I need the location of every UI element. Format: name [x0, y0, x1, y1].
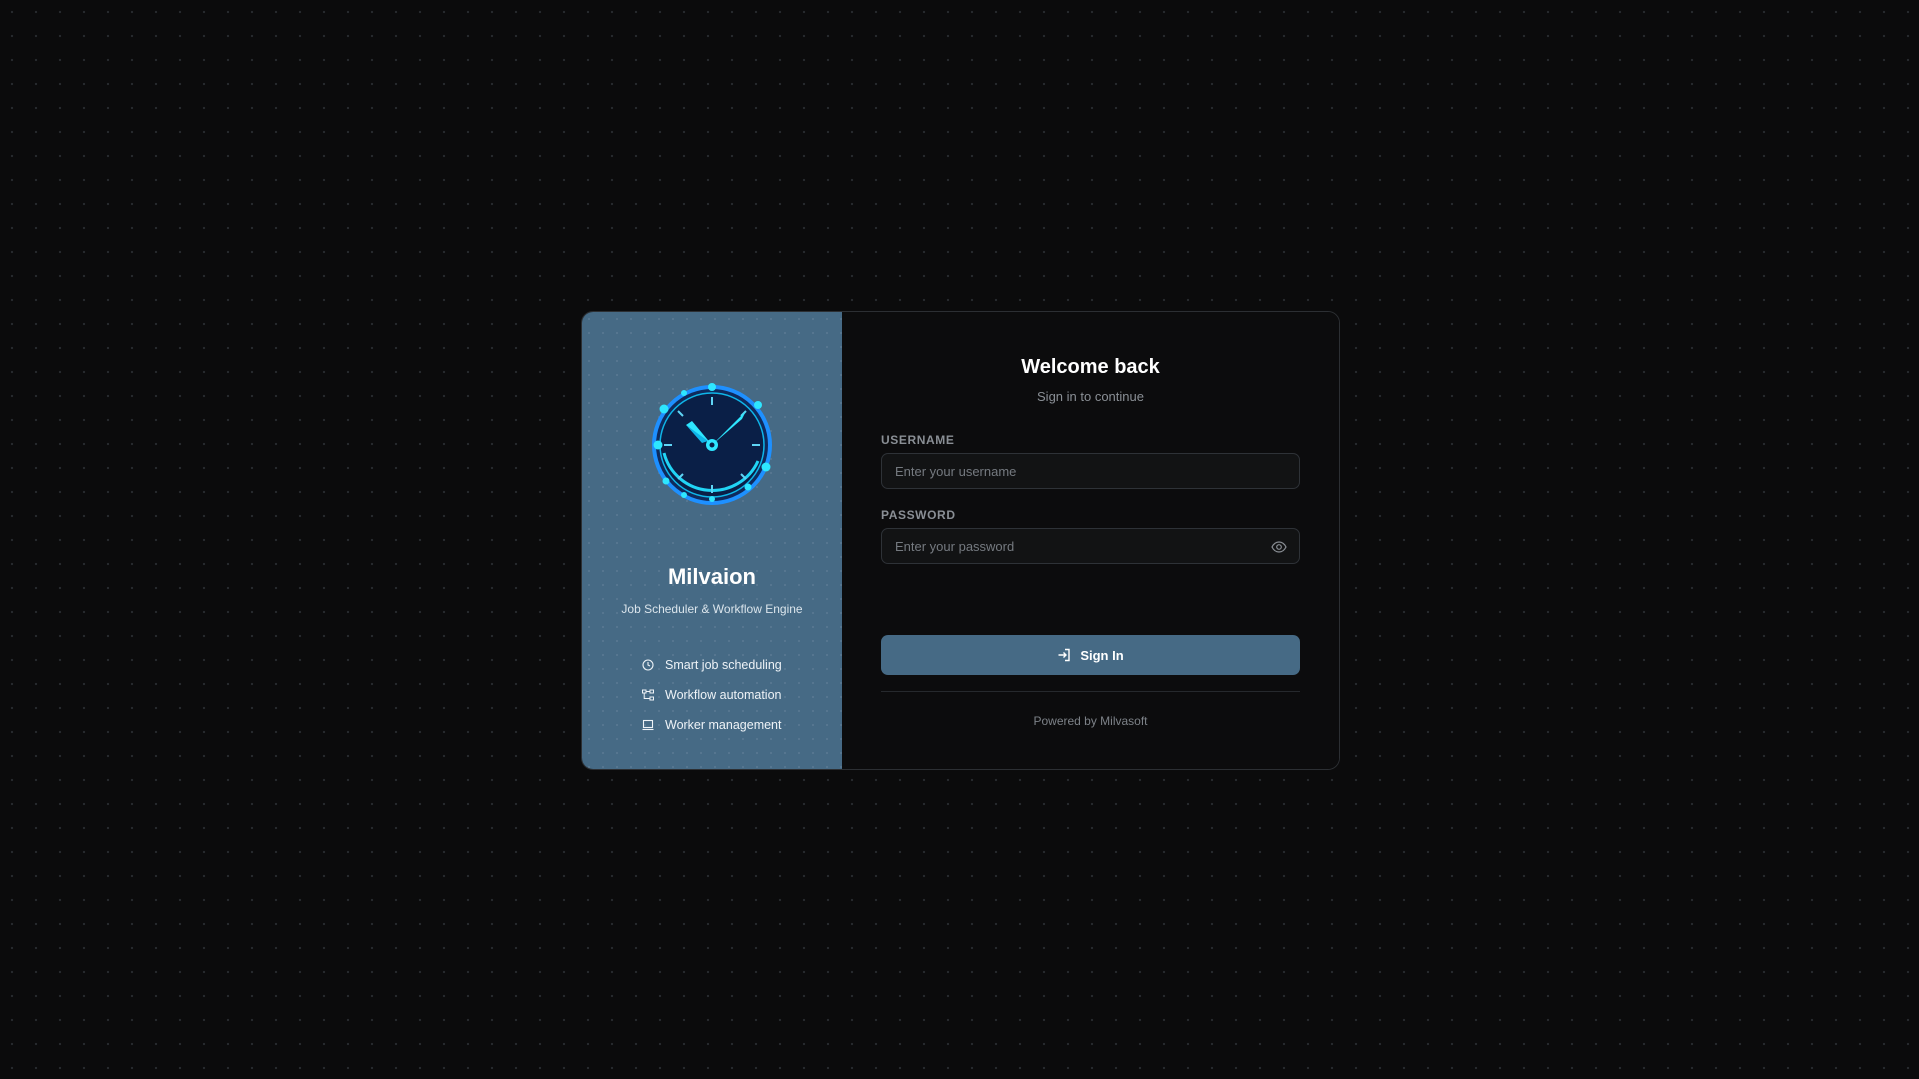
brand-tagline: Job Scheduler & Workflow Engine [621, 602, 803, 616]
divider [881, 691, 1300, 692]
feature-label: Workflow automation [665, 688, 782, 702]
feature-label: Smart job scheduling [665, 658, 782, 672]
monitor-icon [642, 719, 654, 731]
sign-in-label: Sign In [1080, 647, 1124, 663]
password-input[interactable] [882, 529, 1299, 563]
username-input[interactable] [882, 454, 1299, 488]
sign-in-button[interactable]: Sign In [881, 635, 1300, 675]
feature-label: Worker management [665, 718, 782, 732]
powered-by-text: Powered by Milvasoft [1033, 714, 1148, 728]
brand-name: Milvaion [667, 564, 756, 589]
feature-item: Smart job scheduling [642, 650, 782, 680]
login-card: Milvaion Job Scheduler & Workflow Engine… [581, 311, 1340, 770]
login-panel: Welcome back Sign in to continue USERNAM… [842, 312, 1339, 769]
brand-panel: Milvaion Job Scheduler & Workflow Engine… [582, 312, 842, 769]
password-field-wrapper [881, 528, 1300, 564]
eye-icon[interactable] [1271, 539, 1287, 555]
username-label: USERNAME [881, 433, 955, 447]
page-title: Welcome back [1021, 356, 1160, 378]
password-label: PASSWORD [881, 508, 956, 522]
clock-logo-icon [652, 383, 772, 505]
feature-list: Smart job scheduling Workflow automation… [642, 650, 782, 740]
username-field-wrapper [881, 453, 1300, 489]
sign-in-icon [1057, 648, 1071, 662]
clock-icon [642, 659, 654, 671]
feature-item: Worker management [642, 710, 782, 740]
feature-item: Workflow automation [642, 680, 782, 710]
page-subtitle: Sign in to continue [1037, 389, 1144, 404]
workflow-icon [642, 689, 654, 701]
